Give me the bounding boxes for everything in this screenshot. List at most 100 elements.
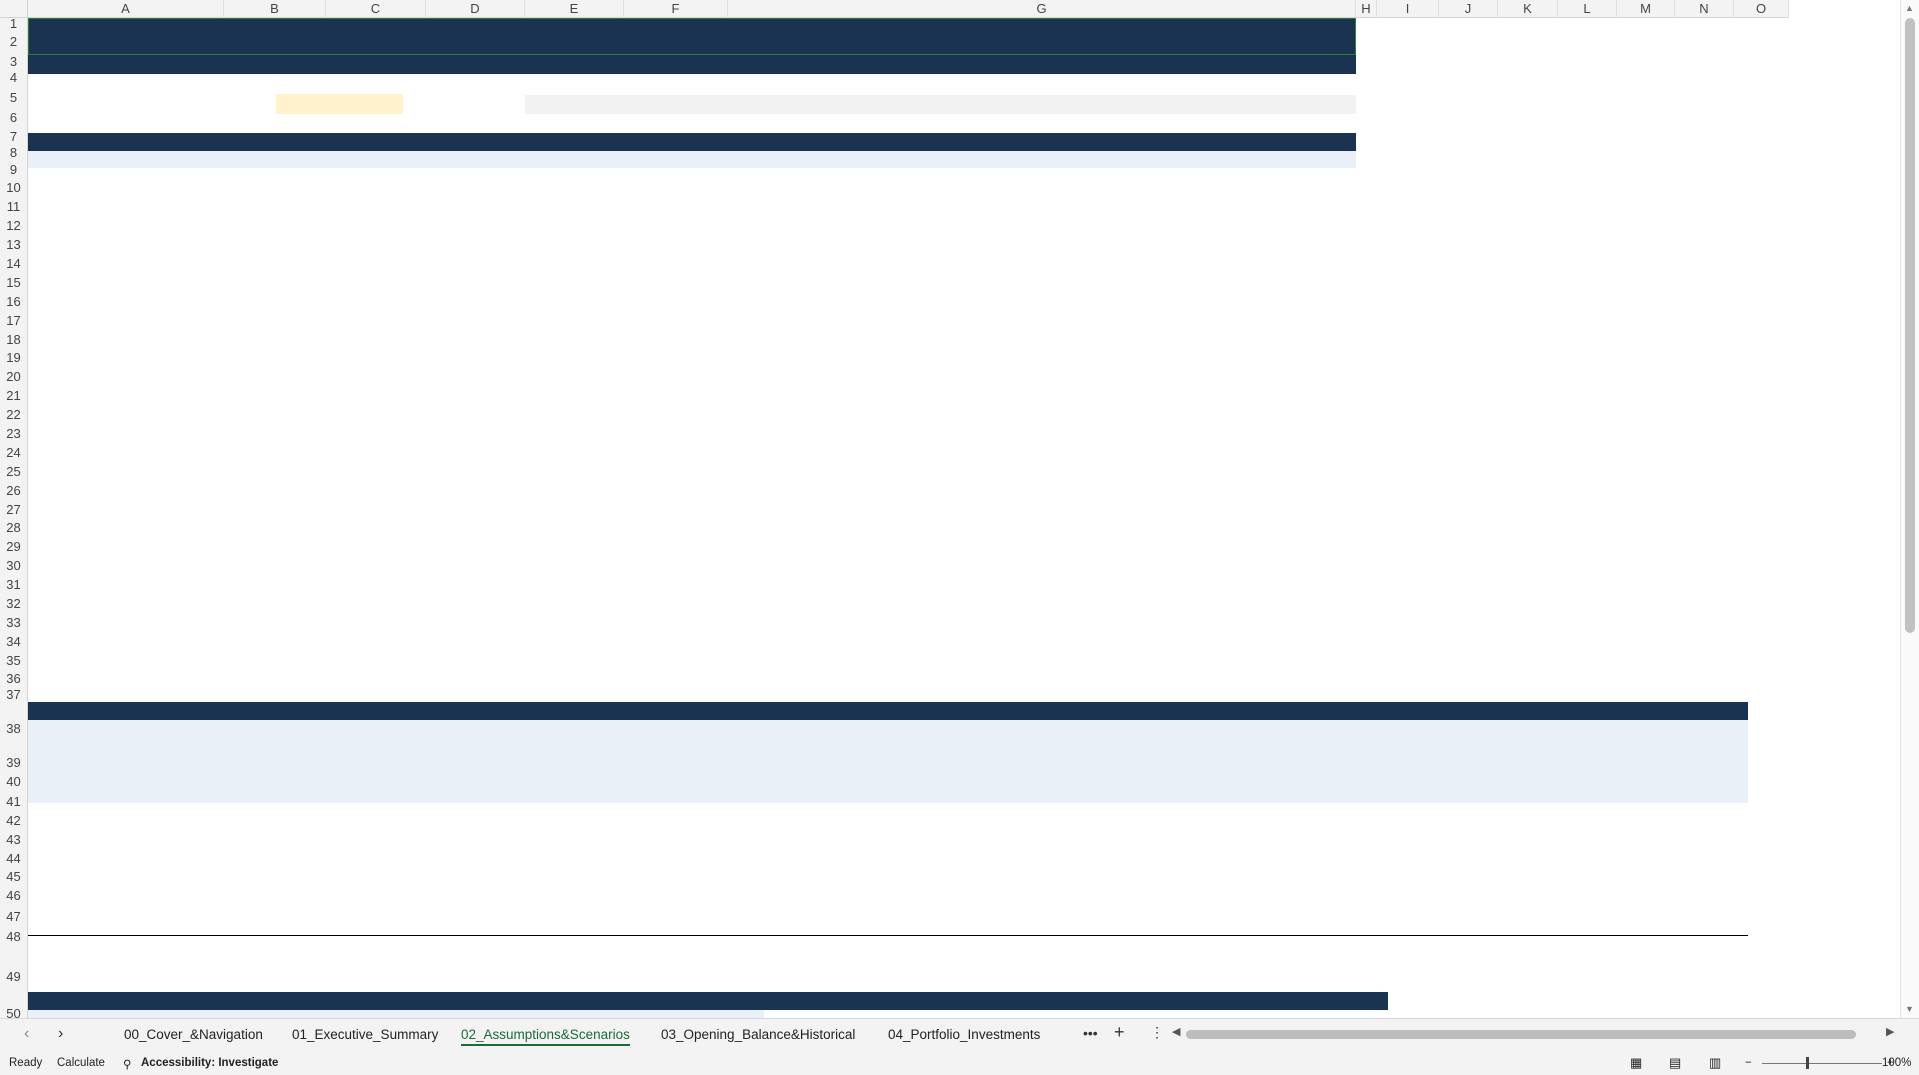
row-header[interactable]: 38 <box>0 703 28 754</box>
row-header[interactable]: 19 <box>0 349 28 367</box>
row-header[interactable]: 46 <box>0 886 28 905</box>
row-header[interactable]: 1 <box>0 17 28 30</box>
normal-view-icon[interactable]: ▦ <box>1630 1055 1642 1071</box>
row-header[interactable]: 8 <box>0 145 28 160</box>
horizontal-scroll-thumb[interactable] <box>1186 1030 1856 1039</box>
row-header[interactable]: 40 <box>0 772 28 792</box>
page-layout-view-icon[interactable]: ▤ <box>1669 1055 1681 1071</box>
row-header[interactable]: 50 <box>0 1007 28 1018</box>
row-header[interactable]: 27 <box>0 500 28 519</box>
row-header[interactable]: 3 <box>0 55 28 68</box>
row-header[interactable]: 37 <box>0 687 28 703</box>
scenario-section-band <box>28 133 1356 151</box>
row-header[interactable]: 39 <box>0 754 28 772</box>
zoom-slider-thumb[interactable] <box>1806 1057 1809 1069</box>
column-header[interactable]: C <box>326 0 426 18</box>
row-header[interactable]: 26 <box>0 481 28 500</box>
scroll-up-icon[interactable]: ▲ <box>1905 3 1914 13</box>
tab-portfolio-investments[interactable]: 04_Portfolio_Investments <box>888 1027 1040 1042</box>
column-header[interactable]: D <box>426 0 525 18</box>
column-header[interactable]: J <box>1439 0 1498 18</box>
tab-assumptions-scenarios[interactable]: 02_Assumptions&Scenarios <box>461 1027 630 1046</box>
row-header[interactable]: 49 <box>0 945 28 1008</box>
row-header[interactable]: 4 <box>0 68 28 87</box>
row-header[interactable]: 43 <box>0 830 28 849</box>
column-header[interactable]: I <box>1377 0 1439 18</box>
row-header[interactable]: 31 <box>0 575 28 594</box>
column-header[interactable]: N <box>1675 0 1734 18</box>
zoom-out-icon[interactable]: − <box>1745 1057 1752 1069</box>
row-header[interactable]: 25 <box>0 462 28 481</box>
vertical-scrollbar[interactable]: ▲ ▼ <box>1900 0 1919 1018</box>
row-header[interactable]: 32 <box>0 594 28 613</box>
spreadsheet-grid[interactable]: A B C D E F G H I J K L M N O 1 2 3 4 5 6 7 8 9 10 11 12 13 14 15 16 17… <box>0 0 1900 1018</box>
portfolio-section-band <box>28 702 1748 720</box>
column-header[interactable]: A <box>28 0 224 18</box>
row-header[interactable]: 44 <box>0 849 28 868</box>
row-header[interactable]: 30 <box>0 556 28 575</box>
tab-scroll-left-icon[interactable]: ‹ <box>24 1025 29 1043</box>
row-header[interactable]: 16 <box>0 292 28 311</box>
row-header[interactable]: 17 <box>0 311 28 330</box>
hscroll-right-icon[interactable]: ▶ <box>1886 1025 1894 1038</box>
column-header[interactable]: G <box>728 0 1356 18</box>
tab-executive-summary[interactable]: 01_Executive_Summary <box>292 1027 438 1042</box>
row-header[interactable]: 9 <box>0 160 28 179</box>
tab-opening-balance-historical[interactable]: 03_Opening_Balance&Historical <box>661 1027 855 1042</box>
row-header[interactable]: 22 <box>0 405 28 424</box>
zoom-level[interactable]: 100% <box>1882 1057 1911 1069</box>
sheet-options-icon[interactable]: ⋮ <box>1150 1024 1164 1041</box>
row-header[interactable]: 48 <box>0 928 28 945</box>
selected-scenario-input-bg[interactable] <box>276 94 403 114</box>
row-header[interactable]: 13 <box>0 235 28 254</box>
zoom-slider[interactable] <box>1762 1063 1882 1064</box>
row-header[interactable]: 7 <box>0 128 28 145</box>
row-header[interactable]: 11 <box>0 197 28 216</box>
sheet-tab-bar: ‹ › 00_Cover_&Navigation 01_Executive_Su… <box>0 1018 1919 1052</box>
row-header[interactable]: 34 <box>0 632 28 651</box>
row-header[interactable]: 36 <box>0 670 28 687</box>
scroll-down-icon[interactable]: ▼ <box>1905 1004 1914 1014</box>
row-header[interactable]: 47 <box>0 905 28 928</box>
row-header[interactable]: 15 <box>0 273 28 292</box>
row-header[interactable]: 28 <box>0 519 28 537</box>
row-header[interactable]: 24 <box>0 443 28 462</box>
row-header[interactable]: 29 <box>0 537 28 556</box>
row-header[interactable]: 35 <box>0 651 28 670</box>
column-header[interactable]: L <box>1558 0 1617 18</box>
row-header[interactable]: 33 <box>0 613 28 632</box>
portfolio-header-row <box>28 720 1748 803</box>
row-header[interactable]: 21 <box>0 386 28 405</box>
subtitle-band <box>28 55 1356 74</box>
add-sheet-icon[interactable]: + <box>1114 1022 1125 1043</box>
column-header[interactable]: E <box>525 0 624 18</box>
more-sheets-icon[interactable]: ••• <box>1083 1025 1098 1041</box>
row-header[interactable]: 5 <box>0 87 28 108</box>
row-header[interactable]: 18 <box>0 330 28 349</box>
tab-scroll-right-icon[interactable]: › <box>58 1025 63 1043</box>
title-band <box>28 18 1356 55</box>
hscroll-left-icon[interactable]: ◀ <box>1172 1025 1180 1038</box>
row-header[interactable]: 20 <box>0 367 28 386</box>
page-break-preview-icon[interactable]: ▥ <box>1709 1055 1721 1071</box>
vertical-scroll-thumb[interactable] <box>1905 18 1915 633</box>
tab-cover-navigation[interactable]: 00_Cover_&Navigation <box>124 1027 263 1042</box>
row-header[interactable]: 41 <box>0 792 28 811</box>
accessibility-icon[interactable]: ⚲ <box>123 1057 131 1071</box>
row-header[interactable]: 6 <box>0 108 28 128</box>
row-header[interactable]: 14 <box>0 254 28 273</box>
row-header[interactable]: 23 <box>0 424 28 443</box>
column-header[interactable]: K <box>1498 0 1558 18</box>
column-header[interactable]: M <box>1617 0 1675 18</box>
calculate-button[interactable]: Calculate <box>57 1057 105 1069</box>
row-header[interactable]: 42 <box>0 811 28 830</box>
column-header[interactable]: F <box>624 0 728 18</box>
column-header[interactable]: O <box>1734 0 1789 18</box>
accessibility-status[interactable]: Accessibility: Investigate <box>141 1057 278 1069</box>
row-header[interactable]: 2 <box>0 29 28 55</box>
row-header[interactable]: 12 <box>0 216 28 235</box>
column-header[interactable]: H <box>1356 0 1377 18</box>
row-header[interactable]: 45 <box>0 868 28 886</box>
column-header[interactable]: B <box>224 0 326 18</box>
row-header[interactable]: 10 <box>0 179 28 197</box>
